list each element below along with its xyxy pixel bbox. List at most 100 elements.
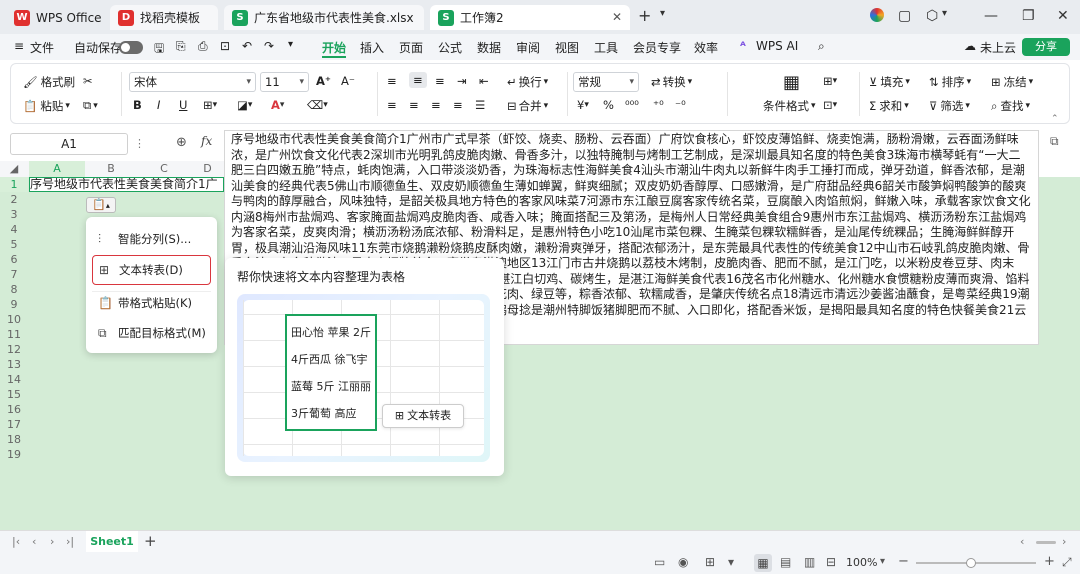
row-header[interactable]: 6: [0, 252, 28, 267]
last-sheet-icon[interactable]: ›|: [66, 535, 74, 548]
menu-item-wps-ai[interactable]: WPS AI: [756, 39, 798, 53]
tab-wps-office[interactable]: W WPS Office: [6, 5, 106, 30]
menu-item-match-format[interactable]: ⧉ 匹配目标格式(M): [92, 319, 211, 347]
row-header[interactable]: 15: [0, 387, 28, 402]
row-header[interactable]: 5: [0, 237, 28, 252]
zoom-slider-track[interactable]: [916, 562, 1036, 564]
align-right-icon[interactable]: ≡: [431, 98, 441, 112]
thousands-icon[interactable]: ⁰⁰⁰: [625, 98, 639, 112]
italic-icon[interactable]: I: [157, 98, 160, 112]
chevron-down-icon[interactable]: ▾: [942, 8, 947, 19]
row-header[interactable]: 11: [0, 327, 28, 342]
zoom-in-icon[interactable]: +: [1044, 554, 1055, 569]
menu-item-formula[interactable]: 公式: [438, 39, 462, 56]
zoom-slider-thumb[interactable]: [966, 558, 976, 568]
zoom-in-icon[interactable]: ⊕: [176, 135, 187, 150]
row-header[interactable]: 8: [0, 282, 28, 297]
font-name-select[interactable]: 宋体 ▾: [129, 72, 256, 92]
chevron-down-icon[interactable]: ⋮: [134, 137, 145, 150]
align-middle-icon[interactable]: ≡: [409, 72, 427, 88]
merge-button[interactable]: ⊟ 合并 ▾: [507, 98, 548, 114]
number-format-select[interactable]: 常规 ▾: [573, 72, 639, 92]
menu-item-home[interactable]: 开始: [322, 39, 346, 56]
font-shrink-icon[interactable]: A⁻: [341, 74, 355, 88]
close-tab-icon[interactable]: ✕: [612, 10, 622, 24]
name-box[interactable]: A1: [10, 133, 128, 155]
next-sheet-icon[interactable]: ›: [50, 535, 54, 548]
sheet-tab-sheet1[interactable]: Sheet1: [86, 531, 138, 552]
close-window-icon[interactable]: ✕: [1057, 8, 1069, 24]
cell-a1[interactable]: 序号地级市代表性美食美食简介1广: [29, 177, 224, 192]
column-header-b[interactable]: B: [85, 161, 137, 177]
minimize-icon[interactable]: —: [984, 8, 998, 24]
font-size-select[interactable]: 11 ▾: [260, 72, 309, 92]
column-header-a[interactable]: A: [29, 161, 85, 177]
filter-button[interactable]: ⊽ 筛选 ▾: [929, 98, 970, 114]
indent-icon[interactable]: ⇥: [457, 74, 467, 88]
conditional-format-icon[interactable]: ▦: [783, 72, 800, 93]
row-header[interactable]: 12: [0, 342, 28, 357]
cut-icon[interactable]: ✂: [83, 74, 93, 88]
border-icon[interactable]: ⊞ ▾: [203, 98, 217, 112]
menu-item-efficiency[interactable]: 效率: [694, 39, 718, 56]
paste-options-button[interactable]: 📋▴: [86, 197, 116, 213]
outdent-icon[interactable]: ⇤: [479, 74, 489, 88]
fullscreen-icon[interactable]: ⤢: [1062, 555, 1072, 570]
expand-formula-icon[interactable]: ⧉: [1050, 134, 1059, 149]
justify-icon[interactable]: ≡: [453, 98, 463, 112]
zoom-level[interactable]: 100%: [846, 556, 877, 569]
align-top-icon[interactable]: ≡: [387, 74, 397, 88]
align-left-icon[interactable]: ≡: [387, 98, 397, 112]
chevron-down-icon[interactable]: ▾: [880, 556, 885, 567]
menu-file[interactable]: 文件: [30, 39, 54, 56]
scroll-right-icon[interactable]: ›: [1062, 535, 1066, 548]
prev-sheet-icon[interactable]: ‹: [32, 535, 36, 548]
new-tab-icon[interactable]: +: [638, 6, 651, 25]
export-icon[interactable]: ⎘: [176, 39, 186, 54]
scroll-left-icon[interactable]: ‹: [1020, 535, 1024, 548]
row-header[interactable]: 7: [0, 267, 28, 282]
align-center-icon[interactable]: ≡: [409, 98, 419, 112]
horizontal-scrollbar[interactable]: [1036, 541, 1056, 544]
cube-icon[interactable]: ⬡: [926, 8, 938, 24]
format-painter-button[interactable]: 🖌 格式刷: [23, 74, 75, 90]
print-preview-icon[interactable]: ⊡: [220, 39, 230, 53]
row-header[interactable]: 14: [0, 372, 28, 387]
menu-item-data[interactable]: 数据: [477, 39, 501, 56]
row-header[interactable]: 10: [0, 312, 28, 327]
maximize-icon[interactable]: ❐: [1022, 8, 1035, 24]
menu-item-member[interactable]: 会员专享: [633, 39, 681, 56]
underline-icon[interactable]: U: [179, 98, 187, 112]
bold-icon[interactable]: B: [133, 98, 142, 112]
row-header[interactable]: 3: [0, 207, 28, 222]
chevron-down-icon[interactable]: ▾: [288, 39, 293, 50]
paste-button[interactable]: 📋 粘贴 ▾: [23, 98, 70, 114]
copy-icon[interactable]: ⧉ ▾: [83, 98, 98, 113]
autosave-toggle[interactable]: [119, 41, 143, 54]
clear-format-icon[interactable]: ⌫ ▾: [307, 98, 328, 112]
menu-item-view[interactable]: 视图: [555, 39, 579, 56]
page-layout-icon[interactable]: ▤: [780, 555, 791, 569]
tab-docer[interactable]: D 找稻壳模板: [110, 5, 218, 30]
table-style-icon[interactable]: ⊞ ▾: [823, 74, 837, 88]
page-break-icon[interactable]: ▥: [804, 555, 815, 569]
collapse-ribbon-icon[interactable]: ⌃: [1051, 114, 1059, 124]
distributed-icon[interactable]: ☰: [475, 98, 485, 112]
zoom-out-icon[interactable]: −: [898, 554, 909, 569]
tab-workbook2[interactable]: S 工作簿2 ✕: [430, 5, 630, 30]
menu-item-tools[interactable]: 工具: [594, 39, 618, 56]
currency-icon[interactable]: ¥ ▾: [577, 98, 589, 112]
sort-button[interactable]: ⇅ 排序 ▾: [929, 74, 971, 90]
sum-button[interactable]: Σ 求和 ▾: [869, 98, 909, 114]
row-header[interactable]: 19: [0, 447, 28, 462]
row-header[interactable]: 17: [0, 417, 28, 432]
row-header[interactable]: 4: [0, 222, 28, 237]
menu-item-insert[interactable]: 插入: [360, 39, 384, 56]
row-header[interactable]: 18: [0, 432, 28, 447]
row-header[interactable]: 16: [0, 402, 28, 417]
hamburger-icon[interactable]: ≡: [14, 39, 24, 53]
view-mode-icon[interactable]: ▭: [654, 555, 665, 569]
reading-view-icon[interactable]: ⊟: [826, 555, 836, 569]
convert-button[interactable]: ⇄ 转换 ▾: [651, 74, 692, 90]
fx-icon[interactable]: fx: [201, 134, 212, 148]
